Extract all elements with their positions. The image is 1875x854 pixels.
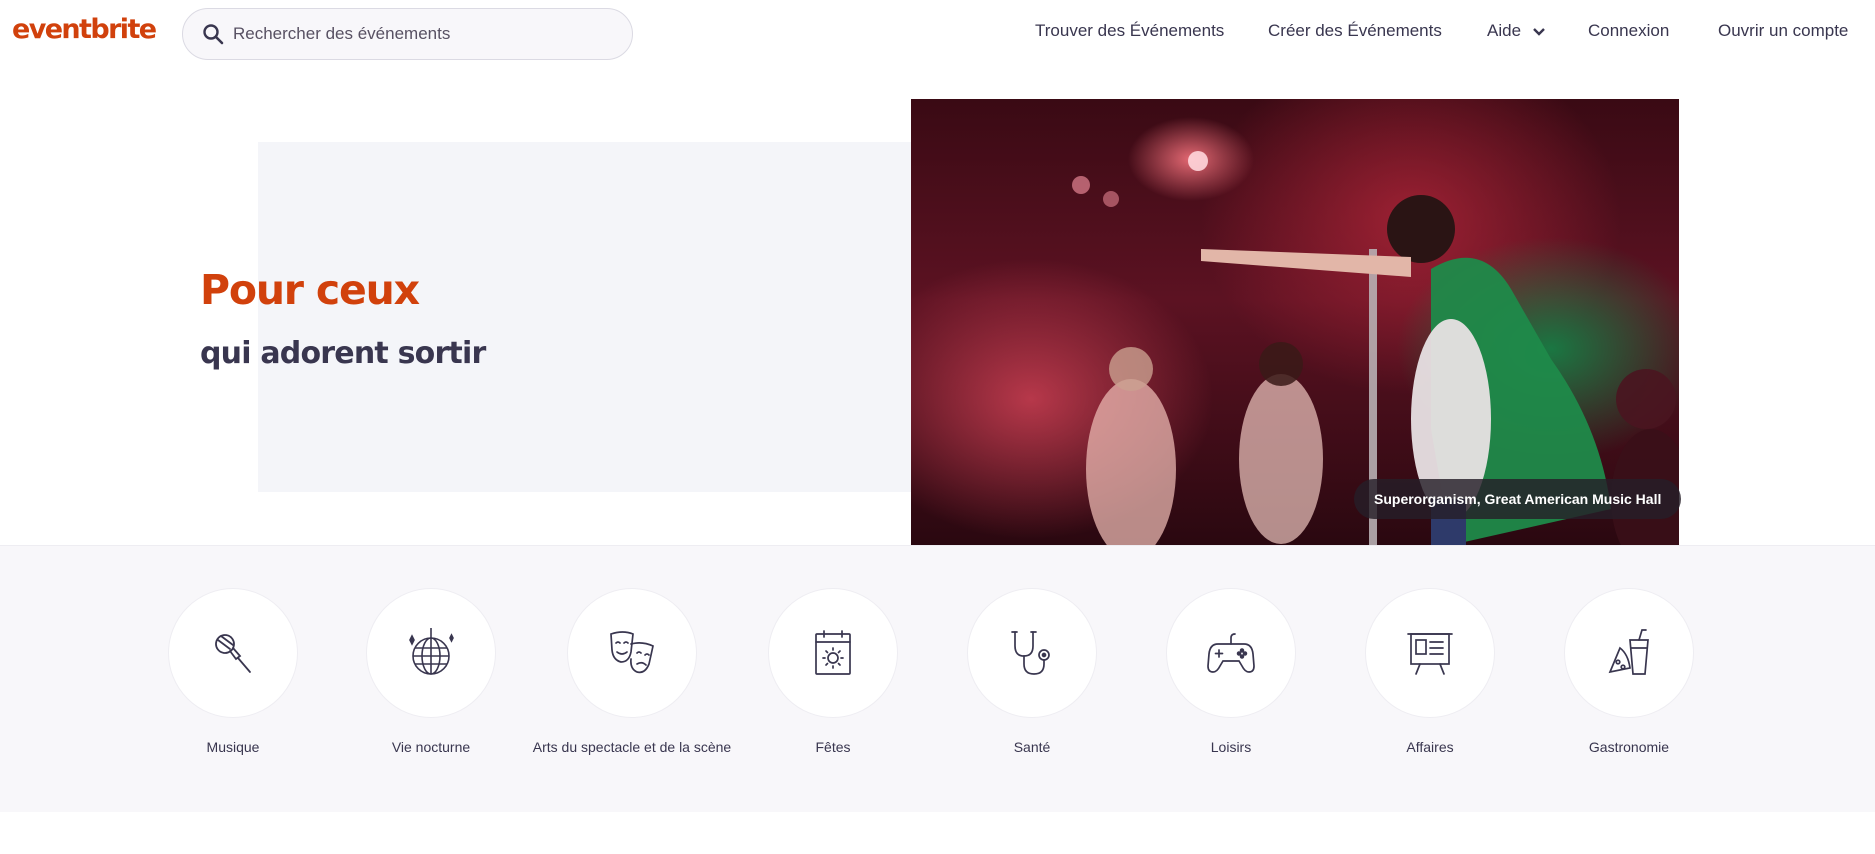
category-label: Arts du spectacle et de la scène xyxy=(532,739,732,755)
search-icon xyxy=(203,24,224,45)
nav-help-label: Aide xyxy=(1487,21,1522,40)
category-icon-circle[interactable] xyxy=(967,588,1097,718)
category-performing-arts[interactable]: Arts du spectacle et de la scène xyxy=(532,588,732,757)
category-icon-circle[interactable] xyxy=(768,588,898,718)
category-nightlife[interactable]: Vie nocturne xyxy=(331,588,531,757)
category-music[interactable]: Musique xyxy=(133,588,333,757)
category-icon-circle[interactable] xyxy=(366,588,496,718)
category-label: Vie nocturne xyxy=(391,739,471,755)
category-label: Affaires xyxy=(1406,739,1454,755)
photo-caption: Superorganism, Great American Music Hall xyxy=(1354,479,1682,519)
category-health[interactable]: Santé xyxy=(932,588,1132,757)
category-hobbies[interactable]: Loisirs xyxy=(1131,588,1331,757)
nav-create-events-link[interactable]: Créer des Événements xyxy=(1268,21,1442,41)
disco-ball-icon xyxy=(409,628,454,675)
category-label: Musique xyxy=(206,739,260,755)
category-icon-circle[interactable] xyxy=(168,588,298,718)
food-drink-icon xyxy=(1608,629,1649,675)
top-navigation-bar: eventbrite Trouver des Événements Créer … xyxy=(0,0,1875,66)
hero-subtitle: qui adorent sortir xyxy=(200,336,486,371)
microphone-icon xyxy=(215,634,251,673)
category-business[interactable]: Affaires xyxy=(1330,588,1530,757)
presentation-board-icon xyxy=(1407,633,1453,675)
search-bar[interactable] xyxy=(182,8,633,60)
category-label: Loisirs xyxy=(1210,739,1252,755)
category-label: Gastronomie xyxy=(1588,739,1670,755)
category-icon-circle[interactable] xyxy=(1166,588,1296,718)
category-icon-circle[interactable] xyxy=(1564,588,1694,718)
category-holidays[interactable]: Fêtes xyxy=(733,588,933,757)
calendar-sun-icon xyxy=(815,630,851,675)
gamepad-icon xyxy=(1207,633,1255,673)
nav-signup-link[interactable]: Ouvrir un compte xyxy=(1718,21,1848,41)
category-label: Santé xyxy=(1013,739,1051,755)
category-icon-circle[interactable] xyxy=(567,588,697,718)
stethoscope-icon xyxy=(1011,631,1050,675)
category-icon-circle[interactable] xyxy=(1365,588,1495,718)
hero-background-panel xyxy=(258,142,911,492)
nav-help-menu[interactable]: Aide xyxy=(1487,21,1546,41)
nav-login-link[interactable]: Connexion xyxy=(1588,21,1669,41)
search-input[interactable] xyxy=(233,24,613,44)
theater-masks-icon xyxy=(610,631,654,674)
category-label: Fêtes xyxy=(815,739,851,755)
eventbrite-logo[interactable]: eventbrite xyxy=(12,14,157,45)
hero-title: Pour ceux xyxy=(200,266,420,314)
nav-find-events-link[interactable]: Trouver des Événements xyxy=(1035,21,1224,41)
category-food-drink[interactable]: Gastronomie xyxy=(1529,588,1729,757)
chevron-down-icon xyxy=(1532,27,1545,36)
